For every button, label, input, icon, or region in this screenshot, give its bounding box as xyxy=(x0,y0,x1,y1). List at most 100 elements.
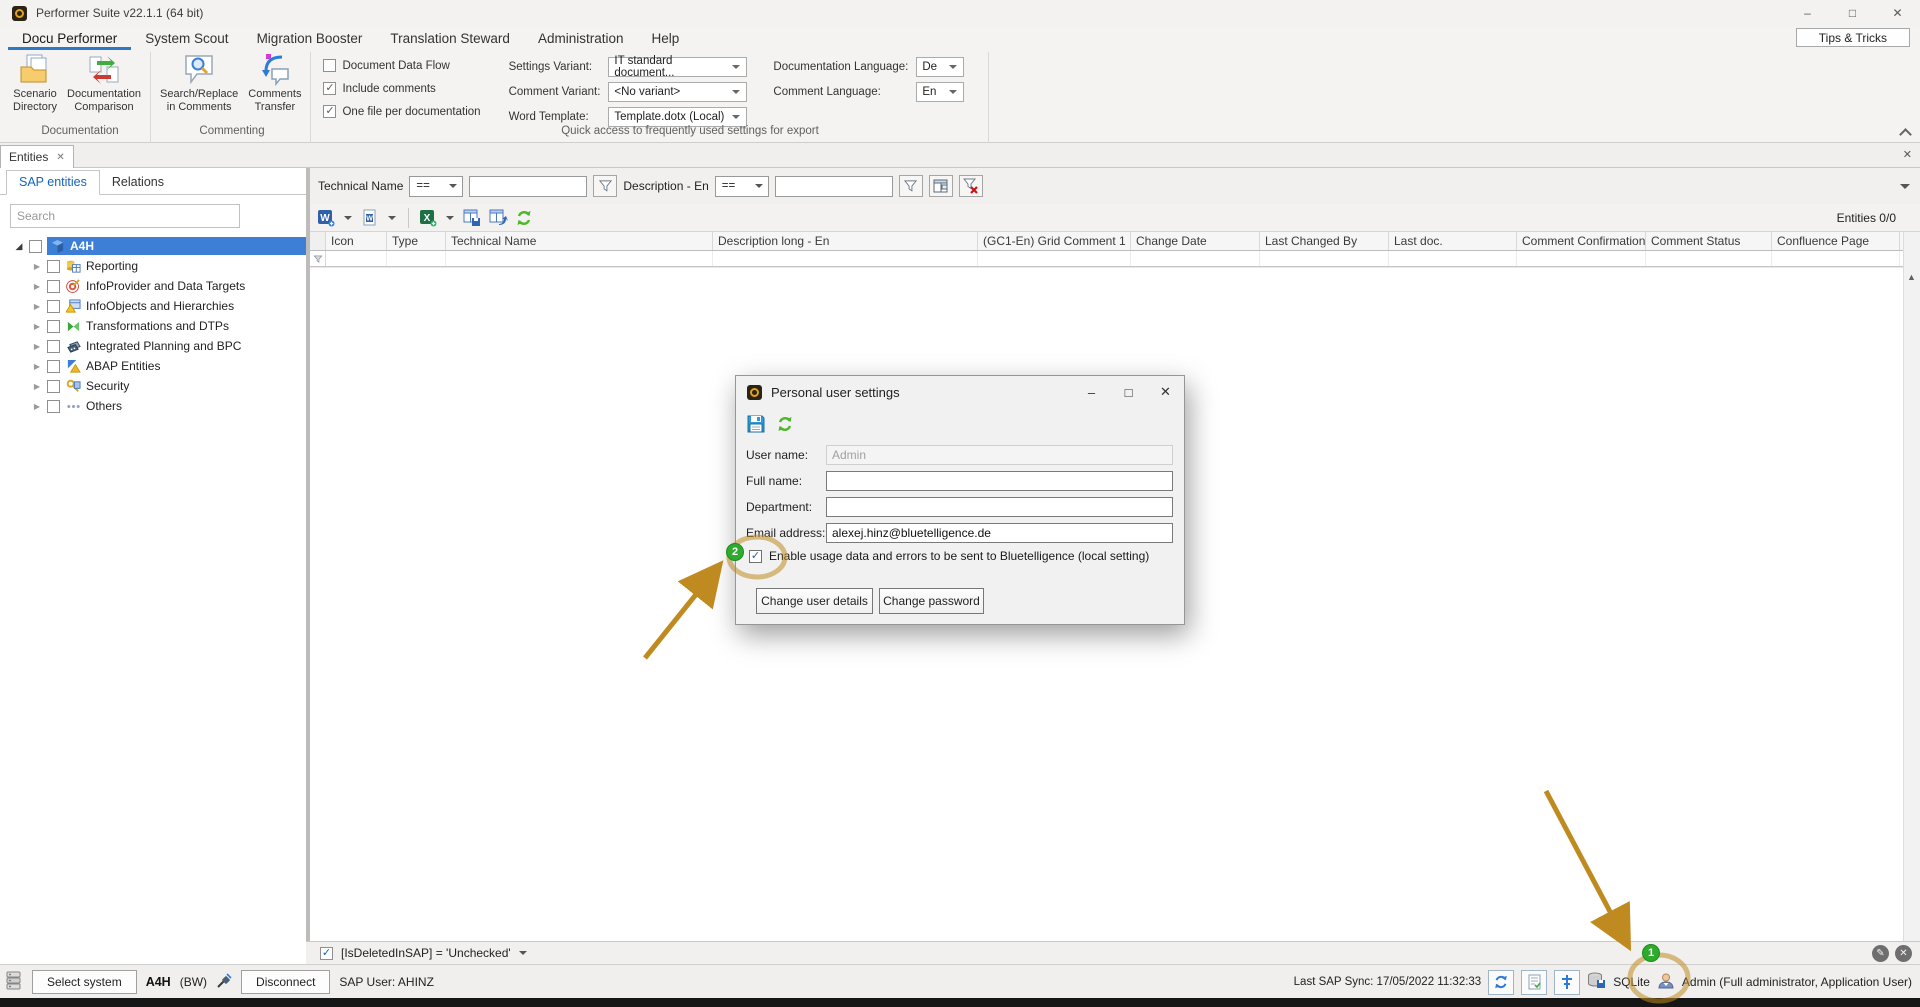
autofilter-cell[interactable] xyxy=(1260,251,1389,266)
maximize-icon[interactable]: □ xyxy=(1830,0,1875,26)
checkbox-icon[interactable] xyxy=(323,59,336,72)
checkbox-icon[interactable] xyxy=(47,400,60,413)
tree-item-a4h[interactable]: ◢ A4H xyxy=(0,236,306,256)
tree-item-reporting[interactable]: ▶ Reporting xyxy=(0,256,306,276)
column-header-change-date[interactable]: Change Date xyxy=(1131,232,1260,250)
checkbox-icon[interactable] xyxy=(47,360,60,373)
column-header-last-changed-by[interactable]: Last Changed By xyxy=(1260,232,1389,250)
search-input[interactable] xyxy=(10,204,240,228)
checkbox-icon[interactable] xyxy=(323,105,336,118)
checkbox-one-file-per-documentation[interactable]: One file per documentation xyxy=(323,104,480,119)
autofilter-cell[interactable] xyxy=(1131,251,1260,266)
settings-variant-select[interactable]: IT standard document... xyxy=(608,57,747,77)
tree-item-abap-entities[interactable]: ▶ ABAP Entities xyxy=(0,356,306,376)
minimize-icon[interactable]: – xyxy=(1785,0,1830,26)
usage-data-checkbox-row[interactable]: Enable usage data and errors to be sent … xyxy=(749,549,1149,563)
column-header-comment-status[interactable]: Comment Status xyxy=(1646,232,1772,250)
close-icon[interactable]: ✕ xyxy=(1875,0,1920,26)
expander-icon[interactable]: ▶ xyxy=(32,262,42,271)
select-system-button[interactable]: Select system xyxy=(32,970,137,994)
tab-sap-entities[interactable]: SAP entities xyxy=(6,170,100,195)
scenario-directory-button[interactable]: Scenario Directory xyxy=(8,50,62,116)
tree-item-infoprovider[interactable]: ▶ InfoProvider and Data Targets xyxy=(0,276,306,296)
documentation-comparison-button[interactable]: Documentation Comparison xyxy=(62,50,146,116)
expander-icon[interactable]: ▶ xyxy=(32,402,42,411)
export-word-button[interactable]: W xyxy=(315,207,337,229)
autofilter-cell[interactable] xyxy=(1389,251,1517,266)
description-filter-input[interactable] xyxy=(775,176,893,197)
checkbox-icon[interactable] xyxy=(47,320,60,333)
department-field[interactable] xyxy=(826,497,1173,517)
checkbox-icon[interactable] xyxy=(47,380,60,393)
description-operator-select[interactable]: == xyxy=(715,176,769,197)
column-header-grid-comment[interactable]: (GC1-En) Grid Comment 1 xyxy=(978,232,1131,250)
autofilter-cell[interactable] xyxy=(1772,251,1900,266)
checkbox-icon[interactable] xyxy=(47,260,60,273)
dialog-close-icon[interactable]: ✕ xyxy=(1147,376,1184,408)
checkbox-icon[interactable] xyxy=(47,340,60,353)
save-grid-layout-button[interactable] xyxy=(461,207,484,229)
tree-item-transformations[interactable]: ▶ Transformations and DTPs xyxy=(0,316,306,336)
tab-relations[interactable]: Relations xyxy=(100,171,176,194)
column-header-type[interactable]: Type xyxy=(387,232,446,250)
footer-filter-checkbox[interactable] xyxy=(320,947,333,960)
chevron-down-icon[interactable] xyxy=(519,951,527,955)
technical-name-filter-input[interactable] xyxy=(469,176,587,197)
collapse-ribbon-icon[interactable] xyxy=(1901,127,1910,136)
expander-icon[interactable]: ▶ xyxy=(32,302,42,311)
tab-migration-booster[interactable]: Migration Booster xyxy=(243,28,377,50)
checkbox-include-comments[interactable]: Include comments xyxy=(323,81,480,96)
autofilter-cell[interactable] xyxy=(326,251,387,266)
scroll-up-icon[interactable]: ▲ xyxy=(1907,272,1916,282)
chevron-down-icon[interactable] xyxy=(344,216,352,220)
tree-item-security[interactable]: ▶ Security xyxy=(0,376,306,396)
clear-filter-button[interactable] xyxy=(959,175,983,197)
sync-settings-button[interactable] xyxy=(1554,970,1580,995)
column-header-icon[interactable]: Icon xyxy=(326,232,387,250)
save-icon[interactable] xyxy=(746,414,766,437)
tab-administration[interactable]: Administration xyxy=(524,28,638,50)
checkbox-icon[interactable] xyxy=(29,240,42,253)
full-name-field[interactable] xyxy=(826,471,1173,491)
autofilter-cell[interactable] xyxy=(713,251,978,266)
refresh-icon[interactable] xyxy=(776,415,794,436)
checkbox-document-data-flow[interactable]: Document Data Flow xyxy=(323,58,480,73)
email-address-field[interactable] xyxy=(826,523,1173,543)
tab-system-scout[interactable]: System Scout xyxy=(131,28,242,50)
autofilter-cell[interactable] xyxy=(978,251,1131,266)
disconnect-button[interactable]: Disconnect xyxy=(241,970,330,994)
chevron-down-icon[interactable] xyxy=(446,216,454,220)
dialog-titlebar[interactable]: Personal user settings – □ ✕ xyxy=(736,376,1184,408)
expander-icon[interactable]: ▶ xyxy=(32,342,42,351)
tree-item-others[interactable]: ▶ Others xyxy=(0,396,306,416)
close-tab-icon[interactable]: ✕ xyxy=(56,152,64,163)
filter-grid-button[interactable] xyxy=(929,175,953,197)
usage-data-checkbox[interactable] xyxy=(749,550,762,563)
autofilter-cell[interactable] xyxy=(1646,251,1772,266)
filter-row-options-icon[interactable] xyxy=(1900,184,1910,189)
export-excel-button[interactable]: X xyxy=(417,207,439,229)
column-header-description[interactable]: Description long - En xyxy=(713,232,978,250)
technical-name-operator-select[interactable]: == xyxy=(409,176,463,197)
tree-item-infoobjects[interactable]: ▶ InfoObjects and Hierarchies xyxy=(0,296,306,316)
autofilter-cell[interactable] xyxy=(446,251,713,266)
expander-icon[interactable]: ◢ xyxy=(14,241,24,252)
expander-icon[interactable]: ▶ xyxy=(32,282,42,291)
word-template-button[interactable]: W xyxy=(359,207,381,229)
column-header-comment-confirmation[interactable]: Comment Confirmation xyxy=(1517,232,1646,250)
change-user-details-button[interactable]: Change user details xyxy=(756,588,873,614)
sync-refresh-button[interactable] xyxy=(1488,970,1514,995)
apply-filter-button[interactable] xyxy=(899,175,923,197)
checkbox-icon[interactable] xyxy=(47,300,60,313)
checkbox-icon[interactable] xyxy=(47,280,60,293)
column-header-confluence-page[interactable]: Confluence Page xyxy=(1772,232,1900,250)
word-template-select[interactable]: Template.dotx (Local) xyxy=(608,107,747,127)
tab-docu-performer[interactable]: Docu Performer xyxy=(8,28,131,50)
search-replace-in-comments-button[interactable]: Search/Replace in Comments xyxy=(155,50,243,116)
tips-and-tricks-button[interactable]: Tips & Tricks xyxy=(1796,28,1910,47)
dialog-minimize-icon[interactable]: – xyxy=(1073,376,1110,408)
chevron-down-icon[interactable] xyxy=(388,216,396,220)
dialog-maximize-icon[interactable]: □ xyxy=(1110,376,1147,408)
filter-edit-button[interactable] xyxy=(593,175,617,197)
vertical-scrollbar[interactable]: ▲ xyxy=(1903,232,1920,941)
